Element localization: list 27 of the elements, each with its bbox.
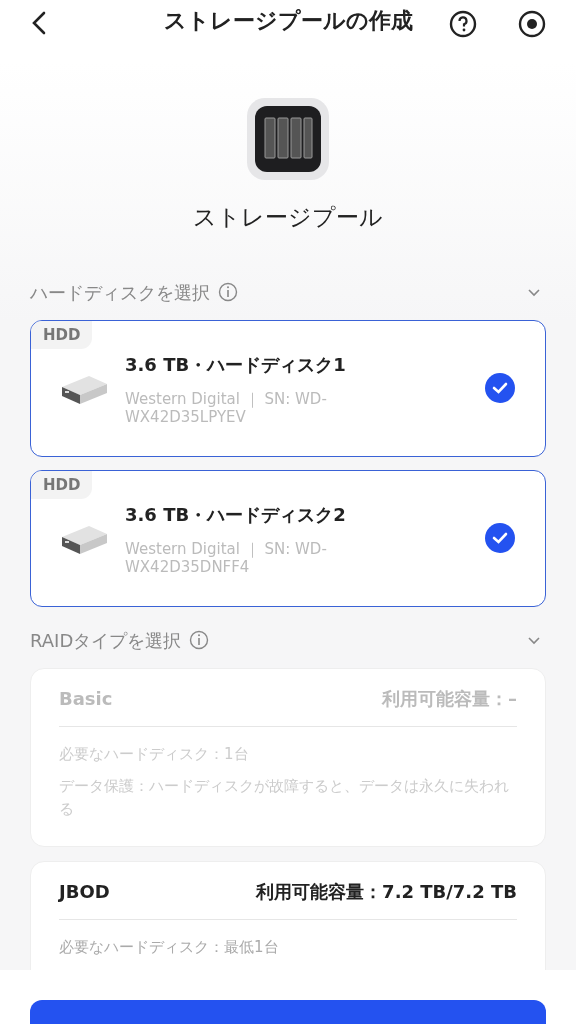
raid-option-card[interactable]: JBOD 利用可能容量：7.2 TB/7.2 TB 必要なハードディスク：最低1台 [30, 861, 546, 970]
record-icon[interactable] [518, 10, 546, 38]
disk-tag: HDD [31, 470, 93, 499]
checkbox[interactable] [485, 523, 515, 553]
section-title: RAIDタイプを選択 [30, 628, 182, 653]
storage-pool-icon [247, 98, 329, 180]
disk-card[interactable]: HDD 3.6 TB・ハードディスク1 Western Digital ｜ SN: WD-WX42D35LPYEV [30, 319, 546, 457]
info-icon[interactable] [218, 282, 238, 302]
section-title: ハードディスクを選択 [30, 280, 210, 305]
disk-tag: HDD [31, 320, 93, 349]
page-title: ストレージプールの作成 [163, 7, 413, 35]
disk-detail: Western Digital ｜ SN: WD-WX42D35LPYEV [125, 389, 328, 426]
raid-name: Basic [59, 686, 113, 711]
capacity-text: 利用可能容量：– [382, 686, 517, 711]
disk-card[interactable]: HDD 3.6 TB・ハードディスク2 Western Digital ｜ SN: WD-WX42D35DNFF4 [30, 469, 546, 607]
capacity-text: 利用可能容量：7.2 TB/7.2 TB [256, 880, 517, 904]
disk-detail: Western Digital ｜ SN: WD-WX42D35DNFF4 [125, 539, 328, 576]
checkbox[interactable] [485, 373, 515, 403]
disk-title: 3.6 TB・ハードディスク2 [125, 502, 347, 527]
disk-title: 3.6 TB・ハードディスク1 [125, 352, 347, 377]
raid-description: 必要なハードディスク：最低1台 [59, 937, 280, 958]
help-icon[interactable] [449, 10, 477, 38]
info-icon[interactable] [189, 630, 210, 650]
hard-drive-icon [59, 373, 109, 407]
pool-name: ストレージプール [192, 203, 384, 232]
raid-name: JBOD [59, 880, 110, 904]
hard-drive-icon [59, 523, 109, 557]
